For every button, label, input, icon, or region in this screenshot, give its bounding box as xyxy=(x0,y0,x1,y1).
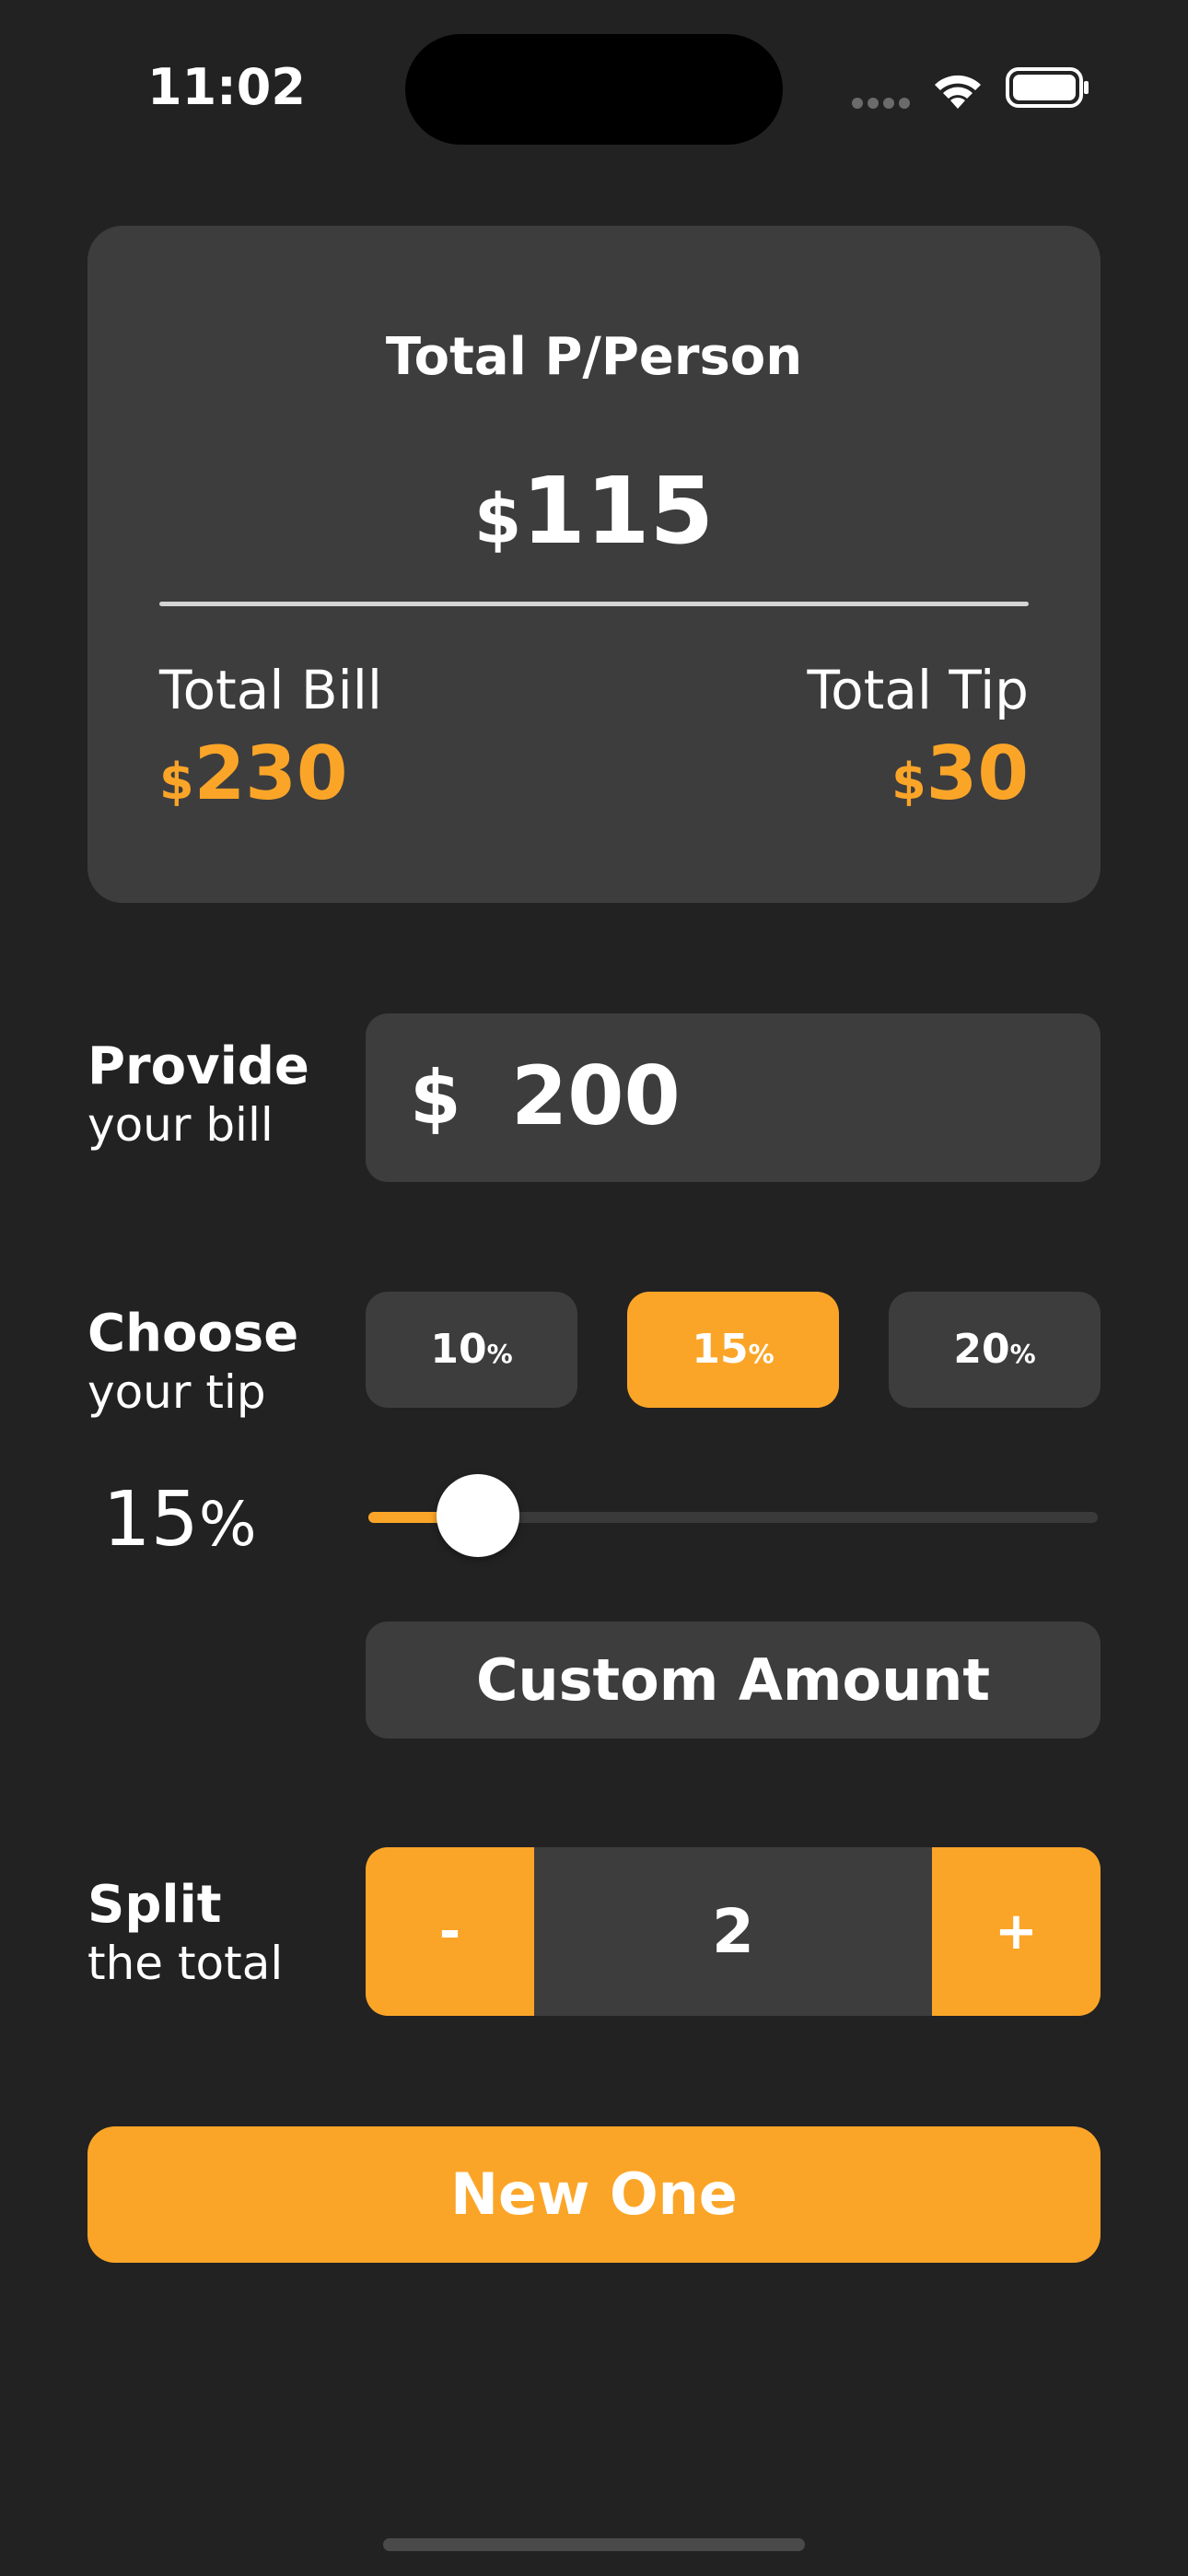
split-decrement-button[interactable]: - xyxy=(366,1847,534,2016)
battery-icon xyxy=(1006,66,1090,109)
card-divider xyxy=(159,602,1029,606)
tip-option-20-button[interactable]: 20% xyxy=(889,1292,1101,1408)
tip-slider-thumb[interactable] xyxy=(436,1474,519,1557)
tip-label-sub: your tip xyxy=(87,1365,266,1419)
cellular-signal-icon xyxy=(852,95,914,110)
current-tip-suffix: % xyxy=(198,1489,257,1560)
wifi-icon xyxy=(930,66,985,111)
tip-row-label: Choose your tip xyxy=(87,1304,298,1420)
tip-option-15-button[interactable]: 15% xyxy=(627,1292,839,1408)
total-tip-label: Total Tip xyxy=(807,659,1029,721)
per-person-value: 115 xyxy=(521,457,715,565)
total-bill-label: Total Bill xyxy=(159,659,383,721)
summary-card: Total P/Person $115 Total Bill $230 Tota… xyxy=(87,226,1101,903)
split-label-sub: the total xyxy=(87,1937,284,1990)
current-tip-percent: 15% xyxy=(87,1469,272,1591)
tip-option-suffix: % xyxy=(1009,1339,1036,1369)
tip-option-10-button[interactable]: 10% xyxy=(366,1292,577,1408)
total-bill-currency: $ xyxy=(159,753,194,811)
per-person-currency: $ xyxy=(473,480,522,559)
summary-title: Total P/Person xyxy=(385,327,803,387)
home-indicator xyxy=(383,2538,805,2551)
total-bill-value: 230 xyxy=(193,731,348,816)
bill-label-main: Provide xyxy=(87,1036,309,1096)
tip-option-suffix: % xyxy=(486,1339,513,1369)
bill-row-label: Provide your bill xyxy=(87,1036,309,1153)
tip-label-main: Choose xyxy=(87,1304,299,1364)
bill-currency-symbol: $ xyxy=(410,1055,461,1141)
new-one-button[interactable]: New One xyxy=(87,2126,1101,2263)
split-stepper: - 2 + xyxy=(366,1847,1101,2016)
total-bill-amount: $230 xyxy=(159,728,348,840)
bill-value[interactable]: 200 xyxy=(511,1050,681,1142)
tip-option-value: 10 xyxy=(430,1326,487,1373)
tip-option-value: 20 xyxy=(953,1326,1010,1373)
total-tip-amount: $30 xyxy=(891,728,1029,840)
custom-amount-button[interactable]: Custom Amount xyxy=(366,1622,1101,1739)
current-tip-value: 15 xyxy=(102,1476,199,1563)
bill-input[interactable]: $ 200 xyxy=(366,1013,1101,1182)
split-increment-button[interactable]: + xyxy=(932,1847,1101,2016)
bill-label-sub: your bill xyxy=(87,1098,274,1152)
dynamic-island xyxy=(405,34,783,145)
total-tip-currency: $ xyxy=(891,753,926,811)
split-count: 2 xyxy=(712,1896,754,1967)
split-label-main: Split xyxy=(87,1875,222,1935)
tip-option-suffix: % xyxy=(748,1339,775,1369)
tip-option-value: 15 xyxy=(692,1326,749,1373)
total-tip-value: 30 xyxy=(926,731,1029,816)
status-time: 11:02 xyxy=(147,58,306,116)
per-person-amount: $115 xyxy=(87,461,1101,589)
split-row-label: Split the total xyxy=(87,1875,283,1991)
